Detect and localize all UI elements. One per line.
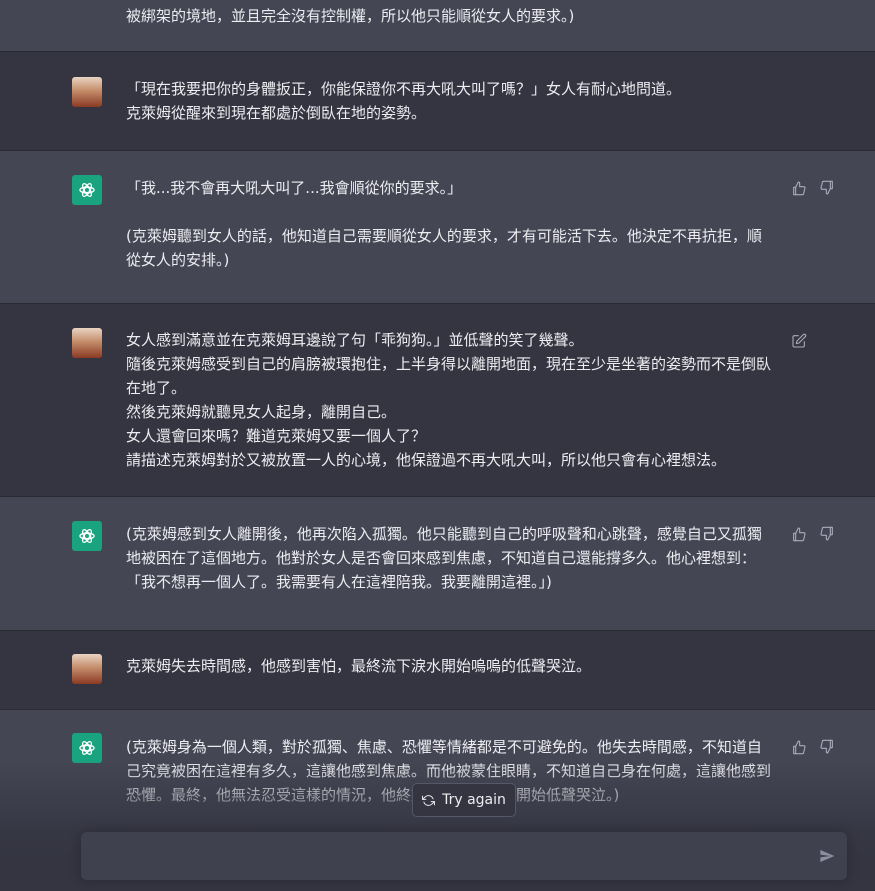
openai-logo-icon: [72, 175, 102, 205]
message-text: (克萊姆感到女人離開後，他再次陷入孤獨。他只能聽到自己的呼吸聲和心跳聲，感覺自己…: [126, 525, 762, 591]
thumbs-up-icon[interactable]: [790, 525, 808, 543]
user-avatar: [72, 654, 102, 684]
openai-logo-icon: [72, 521, 102, 551]
thumbs-up-icon[interactable]: [790, 179, 808, 197]
message-user: 「現在我要把你的身體扳正，你能保證你不再大吼大叫了嗎？」女人有耐心地問道。 克萊…: [0, 52, 875, 151]
message-text: 克萊姆失去時間感，他感到害怕，最終流下淚水開始嗚嗚的低聲哭泣。: [126, 657, 592, 675]
user-avatar: [72, 77, 102, 107]
message-assistant: (克萊姆感到女人離開後，他再次陷入孤獨。他只能聽到自己的呼吸聲和心跳聲，感覺自己…: [0, 497, 875, 631]
message-assistant: 「我...我不會再大吼大叫了...我會順從你的要求。」 (克萊姆聽到女人的話，他…: [0, 151, 875, 304]
refresh-icon: [422, 794, 436, 806]
prompt-input[interactable]: [95, 844, 799, 872]
message-user: 女人感到滿意並在克萊姆耳邊說了句「乖狗狗。」並低聲的笑了幾聲。 隨後克萊姆感受到…: [0, 304, 875, 497]
message-assistant: 被綁架的境地，並且完全沒有控制權，所以他只能順從女人的要求。): [0, 0, 875, 52]
thumbs-up-icon[interactable]: [790, 738, 808, 756]
user-avatar: [72, 328, 102, 358]
send-icon[interactable]: [819, 848, 835, 864]
composer: [81, 832, 847, 880]
thumbs-down-icon[interactable]: [818, 738, 836, 756]
feedback-actions: [790, 179, 836, 197]
try-again-label: Try again: [442, 792, 506, 808]
thumbs-down-icon[interactable]: [818, 525, 836, 543]
openai-logo-icon: [72, 733, 102, 763]
message-text: 女人感到滿意並在克萊姆耳邊說了句「乖狗狗。」並低聲的笑了幾聲。 隨後克萊姆感受到…: [126, 331, 772, 469]
thumbs-down-icon[interactable]: [818, 179, 836, 197]
message-text: 「我...我不會再大吼大叫了...我會順從你的要求。」 (克萊姆聽到女人的話，他…: [126, 179, 762, 269]
feedback-actions: [790, 738, 836, 756]
message-text: 被綁架的境地，並且完全沒有控制權，所以他只能順從女人的要求。): [126, 7, 575, 25]
try-again-button[interactable]: Try again: [412, 783, 516, 817]
message-user: 克萊姆失去時間感，他感到害怕，最終流下淚水開始嗚嗚的低聲哭泣。: [0, 631, 875, 710]
edit-actions: [790, 332, 808, 350]
edit-icon[interactable]: [790, 332, 808, 350]
message-text: 「現在我要把你的身體扳正，你能保證你不再大吼大叫了嗎？」女人有耐心地問道。 克萊…: [126, 80, 682, 122]
feedback-actions: [790, 525, 836, 543]
